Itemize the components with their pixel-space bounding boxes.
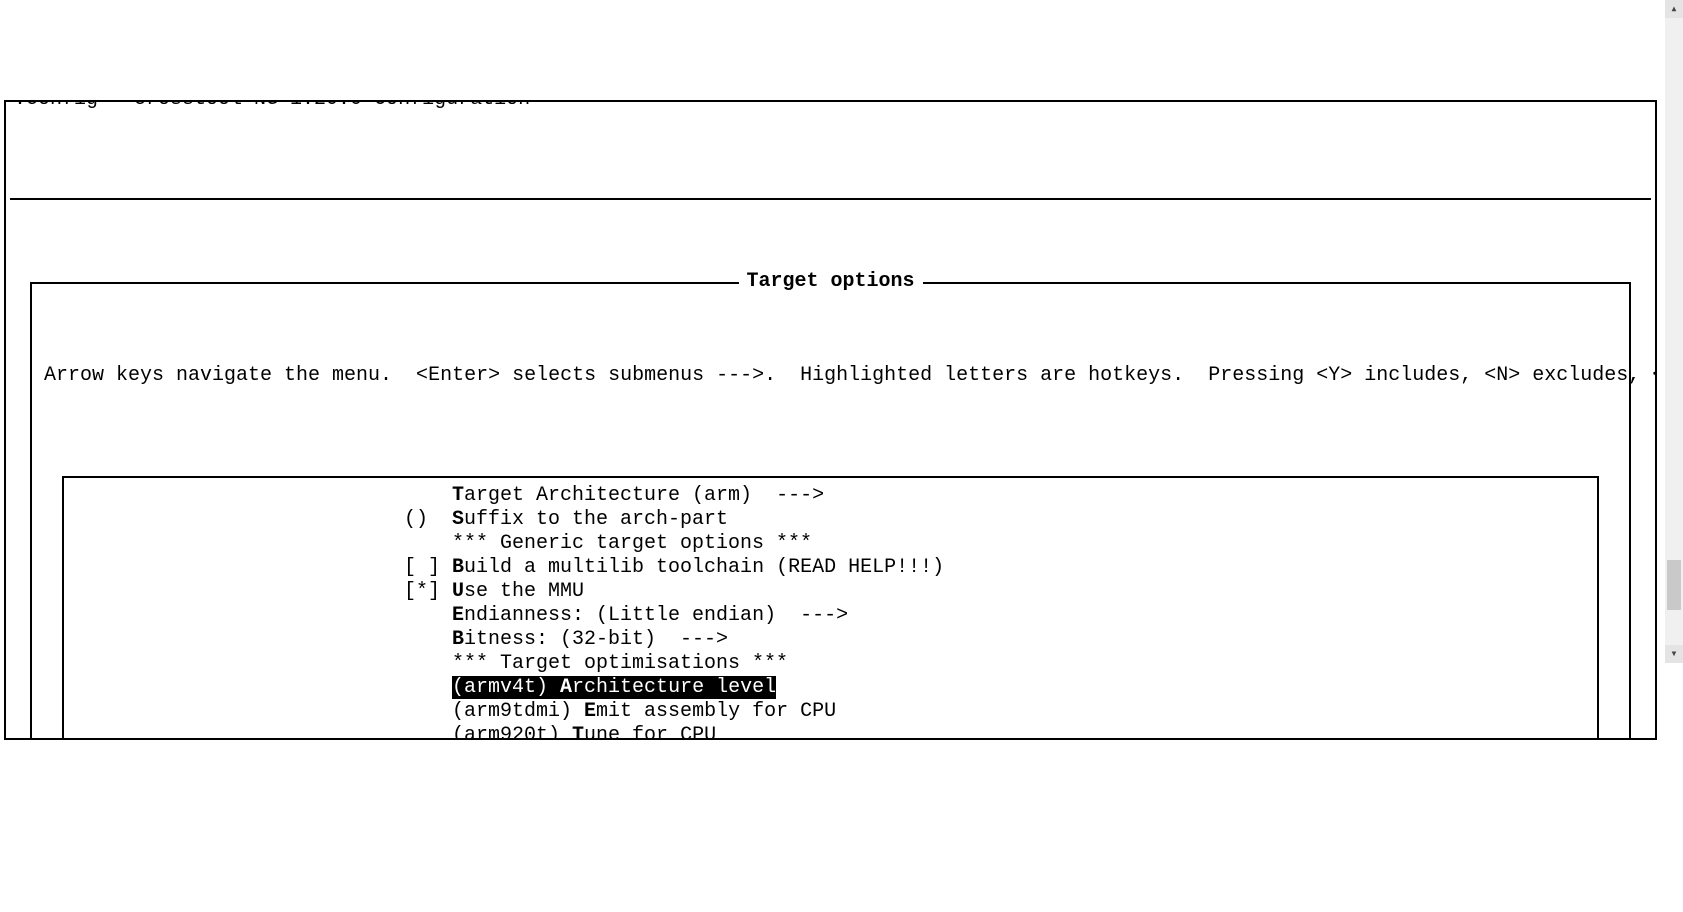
scroll-thumb[interactable] — [1667, 560, 1681, 610]
menu-item[interactable]: () Suffix to the arch-part — [64, 508, 1597, 532]
scroll-up-icon[interactable]: ▴ — [1665, 0, 1683, 18]
window-title: .config - crosstool-NG 1.20.0 Configurat… — [12, 100, 532, 112]
config-window: .config - crosstool-NG 1.20.0 Configurat… — [4, 100, 1657, 740]
menu-item[interactable]: [*] Use the MMU — [64, 580, 1597, 604]
target-options-panel: Target options Arrow keys navigate the m… — [30, 282, 1631, 740]
menu-item[interactable]: (arm920t) Tune for CPU — [64, 724, 1597, 740]
menu-item[interactable]: Target Architecture (arm) ---> — [64, 484, 1597, 508]
title-divider — [10, 198, 1651, 200]
menu-item[interactable]: Bitness: (32-bit) ---> — [64, 628, 1597, 652]
panel-title: Target options — [738, 270, 922, 294]
help-text: Arrow keys navigate the menu. <Enter> se… — [40, 362, 1621, 388]
menu-item[interactable]: *** Generic target options *** — [64, 532, 1597, 556]
scroll-down-icon[interactable]: ▾ — [1665, 645, 1683, 663]
menu-item[interactable]: Endianness: (Little endian) ---> — [64, 604, 1597, 628]
menu-item[interactable]: (arm9tdmi) Emit assembly for CPU — [64, 700, 1597, 724]
menu-item[interactable]: [ ] Build a multilib toolchain (READ HEL… — [64, 556, 1597, 580]
menu-item[interactable]: *** Target optimisations *** — [64, 652, 1597, 676]
menu-list[interactable]: Target Architecture (arm) --->() Suffix … — [62, 476, 1599, 740]
scrollbar[interactable]: ▴ ▾ — [1665, 0, 1683, 663]
menu-item[interactable]: (armv4t) Architecture level — [64, 676, 1597, 700]
